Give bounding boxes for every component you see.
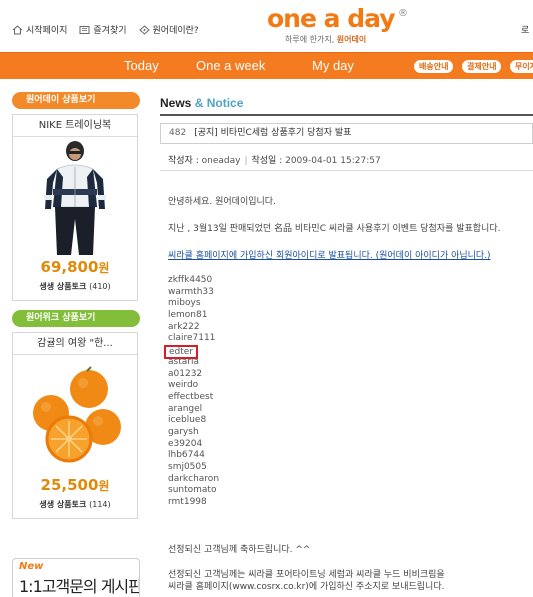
post-number: 482 <box>169 128 187 138</box>
oneaday-products-heading[interactable]: 원어데이 상품보기 <box>12 92 140 109</box>
start-page-label: 시작페이지 <box>26 26 68 36</box>
title-notice: Notice <box>206 96 244 110</box>
winner-id: warmth33 <box>168 286 214 297</box>
tagline-prefix: 하루에 한가지, <box>285 35 337 44</box>
winner-id: effectbest <box>168 391 214 402</box>
meta-divider <box>160 170 533 171</box>
product-image-tracksuit[interactable] <box>13 137 137 255</box>
product-title[interactable]: NIKE 트레이닝복 <box>13 115 137 137</box>
member-id-notice-link[interactable]: 씨라클 홈페이지에 가입하신 회원아이디로 발표됩니다. (원어데이 아이디가 … <box>168 248 491 261</box>
winner-id: astaria <box>168 356 199 367</box>
home-icon <box>12 24 23 34</box>
winner-id: claire7111 <box>168 333 216 344</box>
product-price: 25,500원 <box>13 476 137 494</box>
talk-label: 생생 상품토크 <box>39 500 87 509</box>
winner-id: lemon81 <box>168 310 208 321</box>
winner-id: miboys <box>168 298 201 309</box>
date-value: 2009-04-01 15:27:57 <box>285 156 381 166</box>
login-link[interactable]: 로 <box>521 23 529 36</box>
author-label: 작성자 <box>168 156 193 166</box>
author-value: oneaday <box>201 156 241 166</box>
title-news: News <box>160 96 192 110</box>
product-image-oranges[interactable] <box>13 355 137 473</box>
product-title[interactable]: 감귤의 여왕 "한... <box>13 333 137 355</box>
footer-line-2: 씨라클 홈페이지(www.cosrx.co.kr)에 가입하신 주소지로 보내드… <box>168 582 445 592</box>
nav-today[interactable]: Today <box>124 58 159 73</box>
winner-id: rmt1998 <box>168 497 207 508</box>
question-icon <box>138 24 150 35</box>
tracksuit-model-image <box>44 141 106 255</box>
winner-id: smj0505 <box>168 462 207 472</box>
tagline-brand: 원어데이 <box>336 35 367 44</box>
winner-id: arangel <box>168 403 203 414</box>
bookmark-label: 즐겨찾기 <box>93 26 127 36</box>
interest-free-button[interactable]: 무이자 <box>510 60 533 73</box>
inquiry-board-label: 1:1고객문의 게시판 <box>19 577 140 596</box>
oranges-image <box>33 366 121 463</box>
greeting-text: 안녕하세요. 원어데이입니다. <box>168 197 276 207</box>
product-talk-link[interactable]: 생생 상품토크 (114) <box>13 499 137 510</box>
nav-my-day[interactable]: My day <box>312 58 354 73</box>
registered-mark: ® <box>398 8 408 19</box>
congrats-text: 선정되신 고객님께 축하드립니다. ^^ <box>168 545 311 555</box>
price-unit: 원 <box>98 261 110 275</box>
winner-id: a01232 <box>168 368 203 379</box>
post-subject: [공지] 비타민C세럼 상품후기 당첨자 발표 <box>194 128 352 138</box>
about-link[interactable]: 원어데이란? <box>138 23 199 36</box>
winner-id: e39204 <box>168 438 203 449</box>
delivery-info-button[interactable]: 배송안내 <box>414 60 454 73</box>
tagline: 하루에 한가지, 원어데이 <box>285 34 366 45</box>
new-badge: New <box>19 561 44 572</box>
price-value: 25,500 <box>40 476 99 494</box>
product-price: 69,800원 <box>13 258 137 276</box>
about-label: 원어데이란? <box>152 26 199 36</box>
oneaweek-products-heading[interactable]: 원어위크 상품보기 <box>12 310 140 327</box>
meta-separator: | <box>244 156 248 166</box>
price-value: 69,800 <box>40 258 99 276</box>
main-nav: Today One a week My day 배송안내 결제안내 무이자 <box>0 52 533 79</box>
title-amp: & <box>191 96 207 110</box>
customer-inquiry-banner[interactable]: New 1:1고객문의 게시판 <box>12 558 140 597</box>
header-links: 시작페이지 즐겨찾기 원어데이란? <box>12 23 199 36</box>
winner-id: iceblue8 <box>168 415 207 426</box>
post-subject-bar: 482 [공지] 비타민C세럼 상품후기 당첨자 발표 <box>160 123 533 144</box>
title-divider <box>160 114 533 116</box>
talk-label: 생생 상품토크 <box>39 282 87 291</box>
winner-id: zkffk4450 <box>168 275 213 285</box>
top-header: 시작페이지 즐겨찾기 원어데이란? one a day ® 하루에 한가지, 원… <box>0 0 533 52</box>
talk-count: (410) <box>89 282 111 291</box>
bookmark-link[interactable]: 즐겨찾기 <box>79 23 127 36</box>
page-title: News & Notice <box>160 96 533 110</box>
nav-one-a-week[interactable]: One a week <box>196 58 265 73</box>
announcement-text: 지난 , 3월13일 판매되었던 名品 비타민C 씨라클 사용후기 이벤트 당첨… <box>168 224 501 234</box>
left-sidebar: 원어데이 상품보기 NIKE 트레이닝복 69,800원 생생 상품토크 (41… <box>12 92 142 519</box>
winner-id: suntomato <box>168 485 217 496</box>
winner-id: ark222 <box>168 321 200 332</box>
product-card-nike[interactable]: NIKE 트레이닝복 69,800원 생생 상품토크 (410) <box>12 114 138 301</box>
brand-logo[interactable]: one a day <box>267 4 395 33</box>
winner-id: weirdo <box>168 380 199 391</box>
talk-count: (114) <box>89 500 111 509</box>
winner-id: lhb6744 <box>168 450 205 461</box>
winner-id: darkcharon <box>168 473 220 484</box>
date-label: 작성일 <box>251 156 277 166</box>
winner-id-highlighted: edter <box>164 345 219 360</box>
notice-content: News & Notice 482 [공지] 비타민C세럼 상품후기 당첨자 발표… <box>160 96 533 592</box>
payment-info-button[interactable]: 결제안내 <box>462 60 502 73</box>
start-page-link[interactable]: 시작페이지 <box>12 23 67 36</box>
winner-id: garysh <box>168 426 199 437</box>
product-talk-link[interactable]: 생생 상품토크 (410) <box>13 281 137 292</box>
winner-list: zkffk4450 warmth33 miboys lemon81 ark222… <box>164 275 220 509</box>
price-unit: 원 <box>98 479 110 493</box>
bookmark-icon <box>79 25 90 34</box>
post-meta: 작성자 : oneaday | 작성일 : 2009-04-01 15:27:57 <box>168 156 381 166</box>
product-card-tangerine[interactable]: 감귤의 여왕 "한... 25,500원 생생 상품토크 (114) <box>12 332 138 519</box>
